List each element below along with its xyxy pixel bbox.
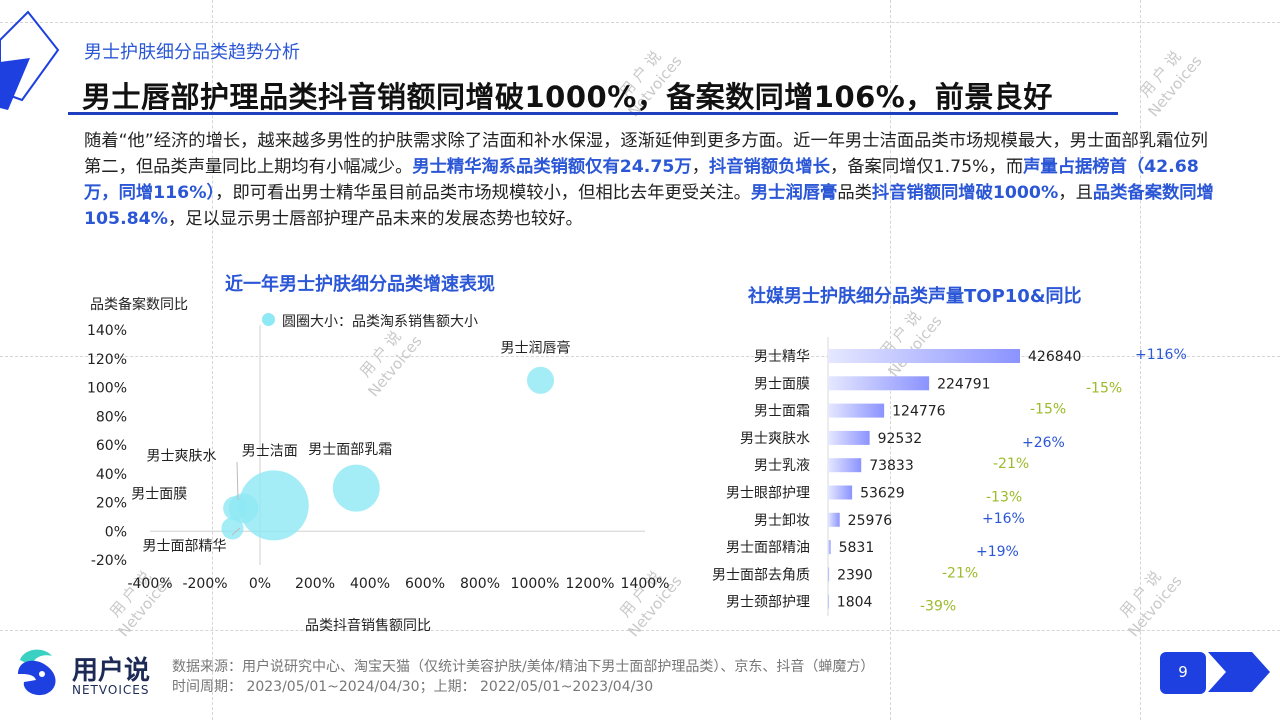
bar — [828, 512, 840, 527]
x-tick-label: 0% — [249, 576, 271, 592]
bar-value-label: 53629 — [860, 486, 905, 502]
bar-yoy-label: -15% — [1086, 380, 1122, 396]
data-source-note: 数据来源：用户说研究中心、淘宝天猫（仅统计美容护肤/美体/精油下男士面部护理品类… — [172, 659, 875, 675]
bar-category-label: 男士爽肤水 — [740, 431, 810, 447]
brand-logo-icon — [18, 649, 56, 696]
bubble-label: 男士洁面 — [242, 443, 298, 459]
bar-yoy-label: +19% — [976, 544, 1019, 560]
x-tick-label: 1200% — [566, 576, 615, 592]
x-tick-label: 600% — [405, 576, 445, 592]
bar-yoy-label: -21% — [993, 456, 1029, 472]
bar-yoy-label: -39% — [920, 599, 956, 615]
bar-chart: 男士精华 426840 +116% 男士面膜 224791 -15% 男士面霜 124776 -… — [712, 337, 1187, 616]
bar-yoy-label: +16% — [982, 511, 1025, 527]
x-tick-label: -200% — [182, 576, 227, 592]
bar — [828, 430, 870, 445]
y-tick-label: 140% — [87, 323, 127, 339]
bubble-label: 男士润唇膏 — [501, 339, 571, 356]
y-tick-label: 100% — [87, 381, 127, 397]
bar-yoy-label: -21% — [942, 565, 978, 581]
bubble-chart: 140% 120% 100% 80% 60% 40% 20% 0% -20%-400% -200%… — [87, 323, 670, 592]
brand-name: 用户说 — [72, 656, 151, 686]
bar-category-label: 男士精华 — [754, 349, 810, 365]
x-tick-label: 200% — [295, 576, 335, 592]
y-tick-label: 120% — [87, 352, 127, 368]
page-number: 9 — [1178, 663, 1188, 681]
brand-subtitle: NETVOICES — [72, 683, 150, 697]
bubble-label: 男士面部乳霜 — [308, 442, 392, 458]
bar — [828, 376, 930, 391]
bar-category-label: 男士乳液 — [754, 458, 810, 474]
bar — [828, 594, 829, 609]
bar-category-label: 男士眼部护理 — [726, 486, 810, 502]
x-tick-label: 1000% — [511, 576, 560, 592]
bar-category-label: 男士面膜 — [754, 376, 810, 392]
x-tick-label: 1400% — [621, 576, 670, 592]
highlight-text: 抖音销额同增破1000% — [871, 183, 1059, 203]
bubble-point — [526, 366, 555, 394]
time-period-note: 时间周期： 2023/05/01~2024/04/30；上期： 2022/05/… — [172, 679, 654, 695]
bar-yoy-label: -15% — [1030, 402, 1066, 418]
highlight-text: 抖音销额负增长 — [708, 157, 830, 177]
bar — [828, 349, 1020, 363]
bubble-label: 男士面部精华 — [143, 538, 227, 554]
x-tick-label: -400% — [127, 576, 172, 592]
bar-value-label: 1804 — [837, 595, 873, 611]
bar-category-label: 男士面部去角质 — [712, 567, 810, 583]
y-tick-label: 60% — [96, 438, 127, 454]
bar-yoy-label: -13% — [986, 490, 1022, 506]
bar-value-label: 426840 — [1028, 349, 1081, 365]
bubble-point — [223, 496, 248, 521]
bubble-point — [332, 464, 380, 512]
y-tick-label: 0% — [105, 524, 127, 540]
y-tick-label: 80% — [96, 409, 127, 425]
y-tick-label: -20% — [91, 553, 127, 569]
bar-value-label: 5831 — [839, 540, 875, 556]
bg-grid-line — [0, 630, 1280, 631]
bar-value-label: 224791 — [937, 376, 990, 392]
body-text: ，且 — [1058, 183, 1093, 203]
bar-value-label: 73833 — [869, 458, 914, 474]
x-tick-label: 800% — [460, 576, 500, 592]
body-text: 品类 — [837, 183, 872, 203]
bar-yoy-label: +116% — [1135, 347, 1187, 363]
bubble-label: 男士面膜 — [131, 486, 187, 502]
y-tick-label: 40% — [96, 467, 127, 483]
bar-value-label: 2390 — [837, 567, 873, 583]
bar — [828, 540, 831, 555]
x-tick-label: 400% — [350, 576, 390, 592]
highlight-text: 男士润唇膏 — [750, 183, 838, 203]
y-tick-label: 20% — [96, 496, 127, 512]
bar-yoy-label: +26% — [1022, 435, 1065, 451]
bar-category-label: 男士卸妆 — [754, 513, 810, 529]
bar-chart-title: 社媒男士护肤细分品类声量TOP10&同比 — [748, 286, 1082, 307]
body-text: ，备案同增仅1.75%，而 — [829, 157, 1024, 177]
bar — [828, 403, 885, 418]
bubble-label: 男士爽肤水 — [147, 448, 217, 464]
bar — [828, 567, 830, 582]
bar-category-label: 男士面部精油 — [726, 540, 810, 556]
bar-category-label: 男士面霜 — [754, 404, 810, 420]
bar — [828, 458, 862, 473]
bar-value-label: 25976 — [848, 513, 893, 529]
bar-value-label: 124776 — [892, 404, 946, 420]
bar — [828, 485, 853, 500]
bar-category-label: 男士颈部护理 — [726, 595, 810, 611]
bar-value-label: 92532 — [878, 431, 923, 447]
leader-line — [236, 461, 239, 501]
